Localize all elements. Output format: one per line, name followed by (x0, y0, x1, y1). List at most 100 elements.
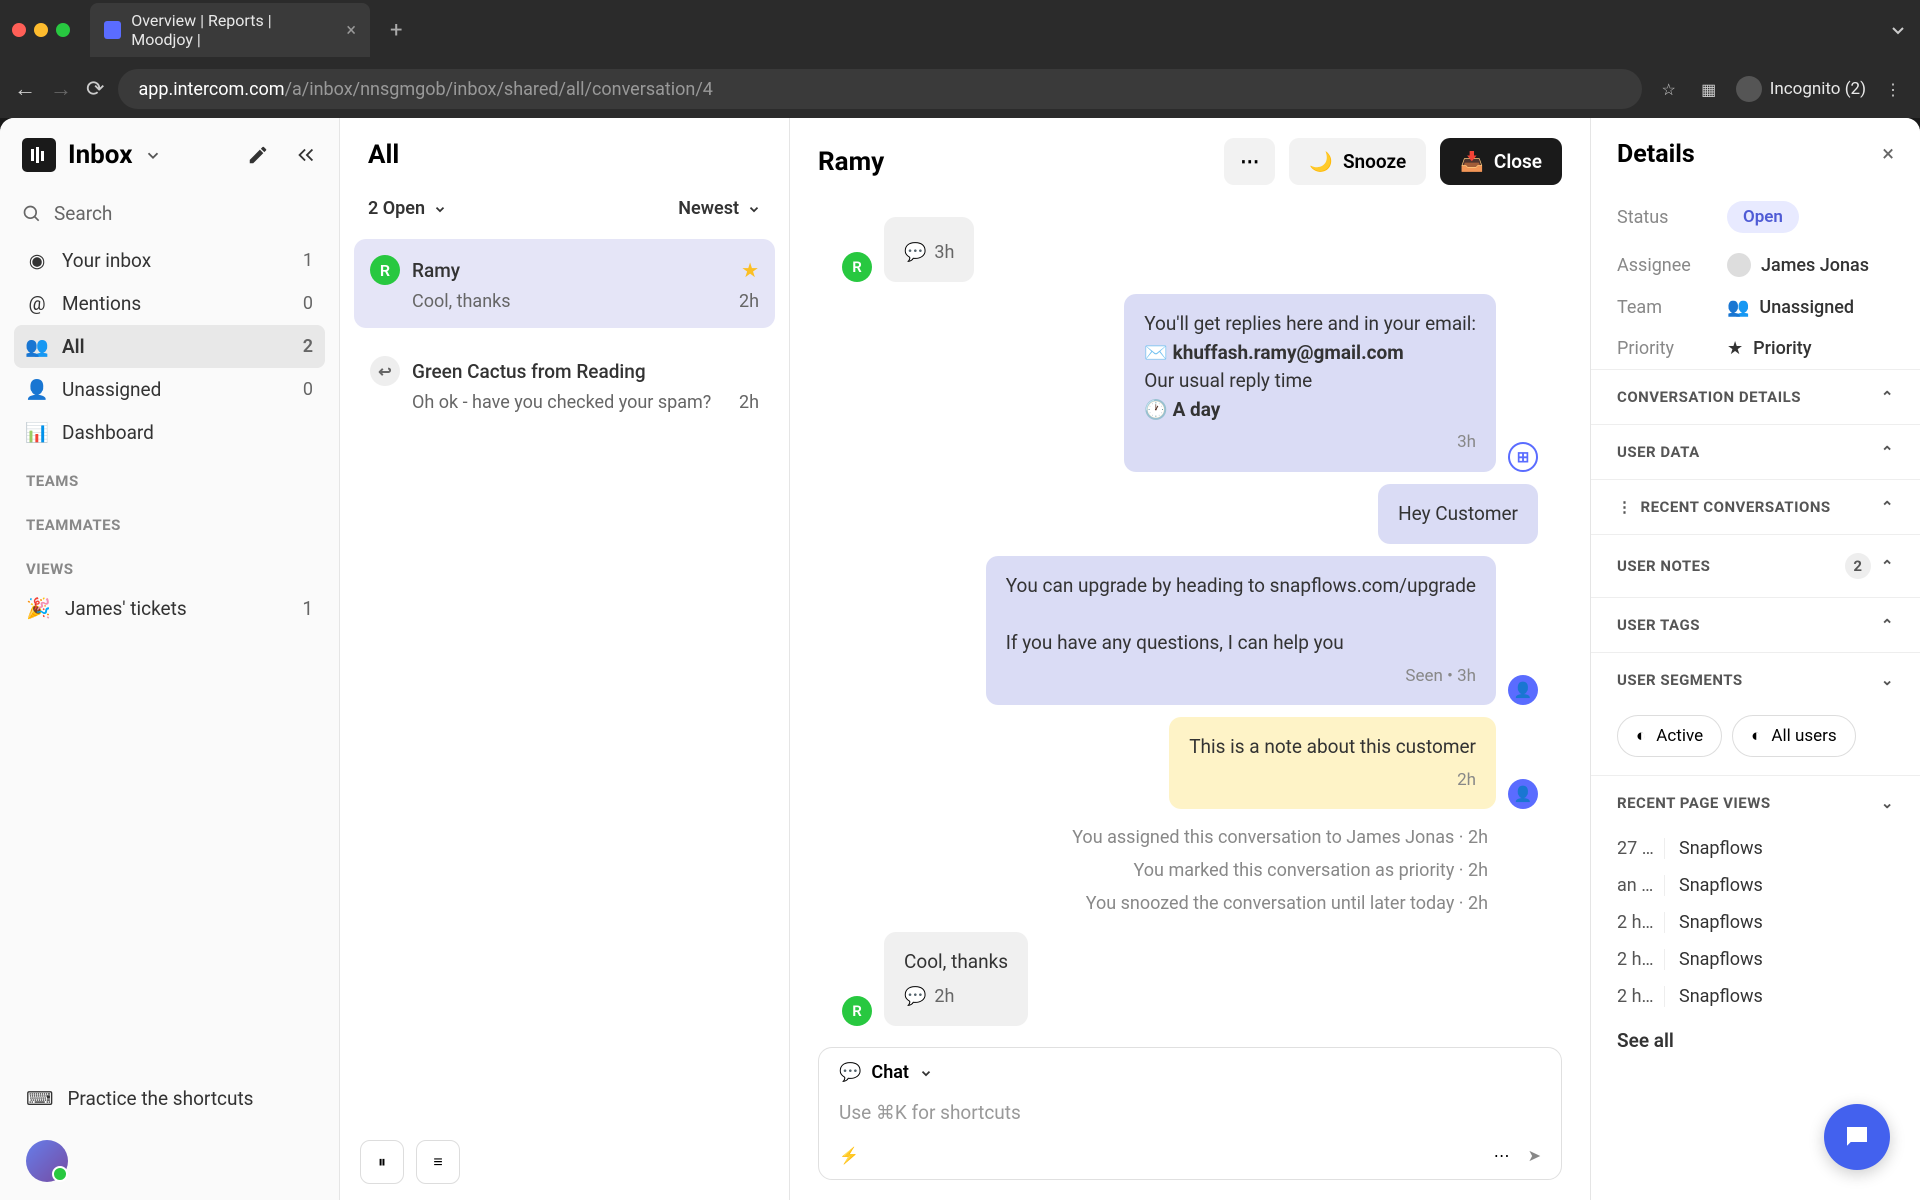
chevron-down-icon (919, 1066, 933, 1080)
chevron-down-icon (747, 202, 761, 216)
minimize-window-button[interactable] (34, 23, 48, 37)
shortcuts-link[interactable]: ⌨ Practice the shortcuts (26, 1087, 313, 1110)
search-input[interactable]: Search (0, 192, 339, 239)
messenger-fab[interactable] (1824, 1104, 1890, 1170)
segment-pill[interactable]: ◐Active (1617, 715, 1722, 757)
conv-list-footer: ⏸ ≡ (340, 1124, 789, 1200)
pageview-row[interactable]: 2 h…Snapflows (1591, 941, 1920, 978)
auto-line2: Our usual reply time (1144, 367, 1476, 396)
new-tab-button[interactable]: + (378, 18, 414, 43)
message-bubble: 💬3h (884, 217, 974, 282)
close-tab-icon[interactable]: × (346, 20, 356, 41)
section-user-tags[interactable]: USER TAGS ⌃ (1591, 597, 1920, 652)
avatar: R (842, 996, 872, 1026)
message-row: This is a note about this customer 2h 👤 (842, 717, 1538, 809)
compose-icon[interactable] (247, 144, 269, 166)
menu-icon[interactable]: ⋮ (1880, 76, 1906, 102)
message-row: You can upgrade by heading to snapflows.… (842, 556, 1538, 705)
nav-dashboard[interactable]: 📊 Dashboard (14, 411, 325, 454)
url-bar[interactable]: app.intercom.com/a/inbox/nnsgmgob/inbox/… (118, 69, 1641, 109)
message-bubble: You can upgrade by heading to snapflows.… (986, 556, 1496, 705)
chevron-up-icon: ⌃ (1881, 388, 1894, 406)
more-button[interactable]: ⋯ (1224, 138, 1275, 185)
conversation-item[interactable]: R Ramy ★ Cool, thanks 2h (354, 239, 775, 328)
status-pill[interactable]: Open (1727, 201, 1799, 233)
teammates-label: TEAMMATES (0, 498, 339, 542)
pause-button[interactable]: ⏸ (360, 1140, 404, 1184)
inbox-dropdown-icon[interactable] (144, 146, 162, 164)
user-avatar[interactable] (26, 1140, 68, 1182)
reload-button[interactable]: ⟳ (86, 77, 104, 102)
status-label: Status (1617, 207, 1727, 228)
conv-filters: 2 Open Newest (340, 184, 789, 233)
auto-reply-bubble: You'll get replies here and in your emai… (1124, 294, 1496, 472)
maximize-window-button[interactable] (56, 23, 70, 37)
conversation-list: All 2 Open Newest R Ramy ★ Cool, thanks … (340, 118, 790, 1200)
thread-title: Ramy (818, 147, 1210, 177)
close-icon[interactable]: × (1882, 142, 1894, 167)
msg-time: 3h (1144, 430, 1476, 456)
priority-value[interactable]: ★Priority (1727, 338, 1812, 359)
team-value[interactable]: 👥Unassigned (1727, 297, 1854, 318)
section-recent-conversations[interactable]: ⋮ RECENT CONVERSATIONS ⌃ (1591, 479, 1920, 534)
pageview-row[interactable]: 2 h…Snapflows (1591, 978, 1920, 1015)
list-button[interactable]: ≡ (416, 1140, 460, 1184)
logo[interactable] (22, 138, 56, 172)
view-item[interactable]: 🎉 James' tickets 1 (0, 586, 339, 630)
nav-mentions[interactable]: @ Mentions 0 (14, 282, 325, 325)
shortcuts-label: Practice the shortcuts (67, 1087, 253, 1110)
pageview-row[interactable]: 2 h…Snapflows (1591, 904, 1920, 941)
chevron-down-icon[interactable] (1888, 20, 1908, 40)
close-button[interactable]: 📥 Close (1440, 138, 1562, 185)
pageview-row[interactable]: 27 …Snapflows (1591, 830, 1920, 867)
nav-label: Dashboard (62, 421, 154, 444)
filter-sort-dropdown[interactable]: Newest (678, 198, 761, 219)
browser-tab-bar: Overview | Reports | Moodjoy | × + (0, 0, 1920, 60)
chevron-up-icon: ⌃ (1881, 616, 1894, 634)
conversation-item[interactable]: ↩ Green Cactus from Reading Oh ok - have… (354, 340, 775, 429)
see-all-link[interactable]: See all (1591, 1015, 1920, 1066)
composer-input[interactable]: Use ⌘K for shortcuts (839, 1093, 1541, 1138)
star-icon: ★ (741, 258, 759, 282)
nav-unassigned[interactable]: 👤 Unassigned 0 (14, 368, 325, 411)
pageview-row[interactable]: an …Snapflows (1591, 867, 1920, 904)
collapse-sidebar-icon[interactable] (295, 144, 317, 166)
avatar: R (842, 252, 872, 282)
message-composer[interactable]: 💬 Chat Use ⌘K for shortcuts ⚡ ⋯ ➤ (818, 1047, 1562, 1180)
unassigned-icon: 👤 (26, 379, 48, 401)
browser-tab[interactable]: Overview | Reports | Moodjoy | × (90, 3, 370, 57)
url-domain: app.intercom.com (138, 79, 284, 100)
back-button[interactable]: ← (14, 76, 36, 102)
close-window-button[interactable] (12, 23, 26, 37)
message-row: Hey Customer (842, 484, 1538, 545)
conv-list-header: All (340, 118, 789, 184)
team-icon: 👥 (1727, 297, 1749, 318)
snooze-button[interactable]: 🌙 Snooze (1289, 138, 1426, 185)
section-conversation-details[interactable]: CONVERSATION DETAILS ⌃ (1591, 369, 1920, 424)
lightning-icon[interactable]: ⚡ (839, 1146, 859, 1165)
incognito-indicator[interactable]: Incognito (2) (1736, 76, 1866, 102)
section-user-notes[interactable]: USER NOTES 2 ⌃ (1591, 534, 1920, 597)
extension-icon[interactable]: ▦ (1696, 76, 1722, 102)
assignee-value[interactable]: James Jonas (1727, 253, 1869, 277)
segment-pill[interactable]: ◐All users (1732, 715, 1856, 757)
nav-your-inbox[interactable]: ◉ Your inbox 1 (14, 239, 325, 282)
favicon (104, 21, 121, 39)
nav-all[interactable]: 👥 All 2 (14, 325, 325, 368)
msg-text: Hey Customer (1398, 502, 1518, 525)
conv-name: Ramy (412, 259, 460, 282)
more-icon[interactable]: ⋯ (1494, 1146, 1510, 1165)
composer-mode[interactable]: 💬 Chat (839, 1062, 1541, 1083)
view-count: 1 (302, 597, 313, 620)
section-user-data[interactable]: USER DATA ⌃ (1591, 424, 1920, 479)
star-icon[interactable]: ☆ (1656, 76, 1682, 102)
section-user-segments[interactable]: USER SEGMENTS ⌄ (1591, 652, 1920, 707)
forward-button[interactable]: → (50, 76, 72, 102)
browser-toolbar: ← → ⟳ app.intercom.com/a/inbox/nnsgmgob/… (0, 60, 1920, 118)
conv-name: Green Cactus from Reading (412, 360, 646, 383)
filter-open-dropdown[interactable]: 2 Open (368, 198, 447, 219)
msg-text: If you have any questions, I can help yo… (1006, 629, 1476, 658)
segment-pills: ◐Active ◐All users (1591, 707, 1920, 775)
send-icon[interactable]: ➤ (1528, 1146, 1541, 1165)
section-recent-page-views[interactable]: RECENT PAGE VIEWS ⌄ (1591, 775, 1920, 830)
